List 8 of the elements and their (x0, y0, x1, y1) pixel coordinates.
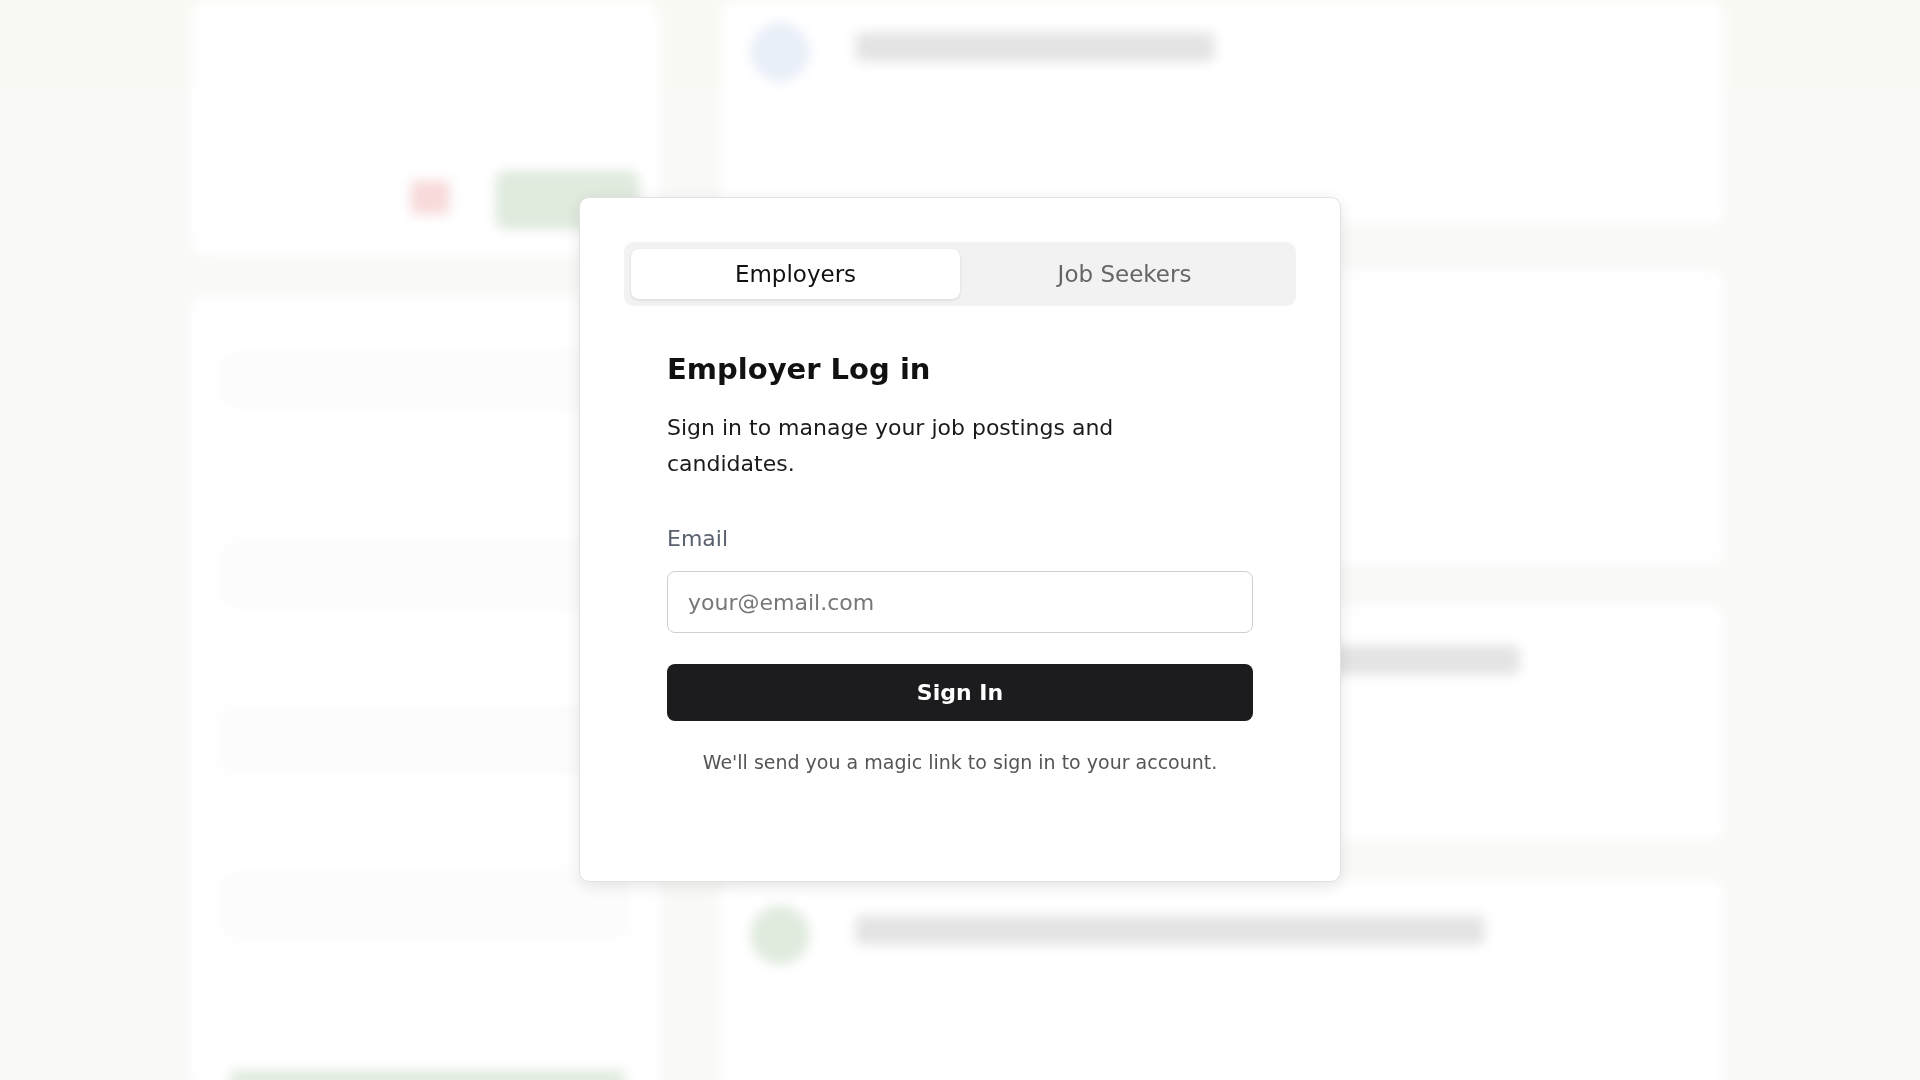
email-label: Email (667, 526, 730, 551)
sign-in-button[interactable]: Sign In (667, 664, 1253, 721)
dialog-title: Employer Log in (667, 352, 932, 386)
role-tab[interactable]: Employers (631, 249, 960, 299)
email-field[interactable]: your@email.com (667, 571, 1253, 633)
role-tab[interactable]: Job Seekers (960, 249, 1289, 299)
dialog-description: Sign in to manage your job postings and candidates. (667, 414, 1115, 478)
magic-link-note: We'll send you a magic link to sign in to your account. (701, 751, 1219, 773)
